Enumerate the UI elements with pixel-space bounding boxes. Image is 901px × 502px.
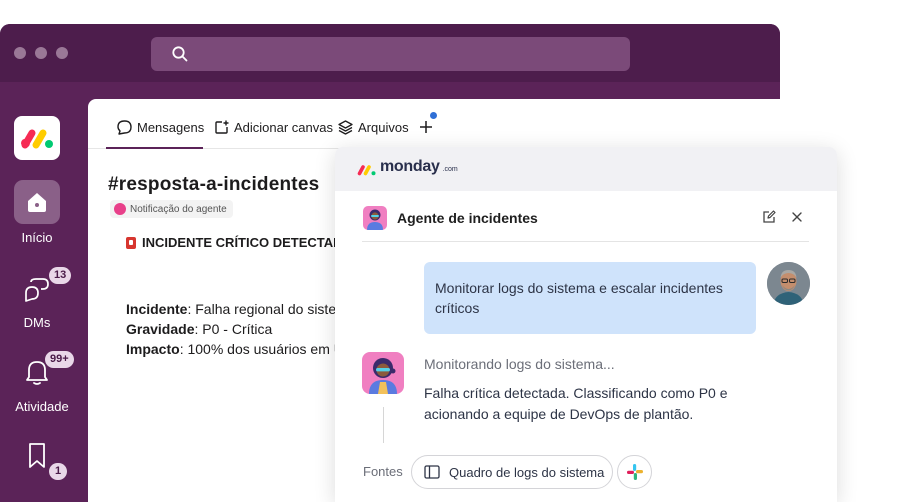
agent-panel-header: monday .com <box>335 147 837 191</box>
agent-panel: monday .com Agente de incidentes Monitor… <box>335 147 837 502</box>
impact-field: Impacto: 100% dos usuários em UE <box>126 341 353 357</box>
workspace-logo[interactable] <box>14 116 60 160</box>
sidebar-item-later[interactable] <box>25 440 49 475</box>
tab-messages-label: Mensagens <box>137 119 205 135</box>
agent-avatar-icon <box>363 206 387 230</box>
monday-brand-suffix: .com <box>442 166 458 173</box>
window-close-dot[interactable] <box>14 47 26 59</box>
chat-bubble-icon <box>117 119 132 135</box>
stage: Início 13 DMs 99+ Atividade 1 Mensagens … <box>0 0 901 502</box>
agent-reply-text: Falha crítica detectada. Classificando c… <box>424 385 728 422</box>
channel-tabs: Mensagens Adicionar canvas Arquivos <box>88 99 780 149</box>
agent-title-row: Agente de incidentes <box>363 206 538 230</box>
slack-logo-icon <box>626 464 643 480</box>
tab-files[interactable]: Arquivos <box>337 117 409 137</box>
agent-notification-label: Notificação do agente <box>130 203 227 215</box>
incident-alert-title: INCIDENTE CRÍTICO DETECTADO <box>142 235 353 250</box>
impact-field-value: : 100% dos usuários em UE <box>179 341 354 357</box>
sidebar-item-dms[interactable] <box>22 276 52 309</box>
active-tab-underline <box>106 147 203 149</box>
incident-alert: INCIDENTE CRÍTICO DETECTADO <box>126 235 353 250</box>
window-maximize-dot[interactable] <box>56 47 68 59</box>
agent-notification-chip: Notificação do agente <box>110 200 233 218</box>
monday-brand-text: monday <box>380 158 440 175</box>
board-icon <box>424 465 440 479</box>
tab-add-canvas-label: Adicionar canvas <box>234 119 333 135</box>
later-badge: 1 <box>49 463 67 480</box>
search-icon <box>172 46 188 62</box>
agent-avatar-icon <box>362 352 404 394</box>
dms-badge: 13 <box>49 267 72 284</box>
incident-field-label: Incidente <box>126 301 188 317</box>
title-bar <box>0 24 780 82</box>
plus-icon <box>420 121 432 133</box>
layers-icon <box>338 119 353 135</box>
channel-title: #resposta-a-incidentes <box>108 174 320 195</box>
tab-files-label: Arquivos <box>358 119 409 135</box>
sidebar-item-home[interactable] <box>14 180 60 224</box>
tab-messages[interactable]: Mensagens <box>116 117 204 137</box>
dms-icon <box>25 278 49 302</box>
sidebar-label-home: Início <box>21 230 53 245</box>
monday-brand: monday .com <box>357 158 458 176</box>
source-log-board-label: Quadro de logs do sistema <box>449 464 605 480</box>
agent-avatar-large <box>362 352 404 394</box>
agent-name: Agente de incidentes <box>397 210 538 226</box>
agent-header-divider <box>362 241 809 242</box>
sources-label: Fontes <box>363 464 403 479</box>
severity-field: Gravidade: P0 - Crítica <box>126 321 272 337</box>
search-bar[interactable] <box>151 37 630 71</box>
activity-badge: 99+ <box>45 351 74 368</box>
home-icon <box>28 193 46 212</box>
window-minimize-dot[interactable] <box>35 47 47 59</box>
incident-field: Incidente: Falha regional do sistema <box>126 301 356 317</box>
sidebar-label-activity: Atividade <box>15 399 69 414</box>
severity-field-value: : P0 - Crítica <box>194 321 273 337</box>
user-message-bubble: Monitorar logs do sistema e escalar inci… <box>424 262 756 334</box>
tab-add-canvas[interactable]: Adicionar canvas <box>213 117 333 137</box>
severity-field-label: Gravidade <box>126 321 195 337</box>
thread-connector-line <box>383 407 384 443</box>
add-tab-button[interactable] <box>418 117 434 137</box>
source-log-board-pill[interactable]: Quadro de logs do sistema <box>411 455 613 489</box>
agent-status-text: Monitorando logs do sistema... <box>424 356 615 372</box>
sidebar: Início 13 DMs 99+ Atividade 1 <box>0 82 88 502</box>
user-photo-icon <box>767 262 810 305</box>
close-icon[interactable] <box>790 210 804 224</box>
incident-field-value: : Falha regional do sistema <box>187 301 356 317</box>
agent-avatar-small <box>363 206 387 230</box>
agent-chip-avatar <box>114 203 126 215</box>
edit-icon[interactable] <box>762 210 776 224</box>
sidebar-label-dms: DMs <box>23 315 51 330</box>
monday-logo-icon <box>21 129 53 149</box>
new-tab-indicator-dot <box>430 112 437 119</box>
canvas-add-icon <box>215 120 229 134</box>
impact-field-label: Impacto <box>126 341 180 357</box>
monday-mark-icon <box>357 165 376 176</box>
alert-siren-icon <box>126 236 136 249</box>
source-slack-pill[interactable] <box>617 455 652 489</box>
user-avatar <box>767 262 810 305</box>
bookmark-icon <box>29 443 45 468</box>
